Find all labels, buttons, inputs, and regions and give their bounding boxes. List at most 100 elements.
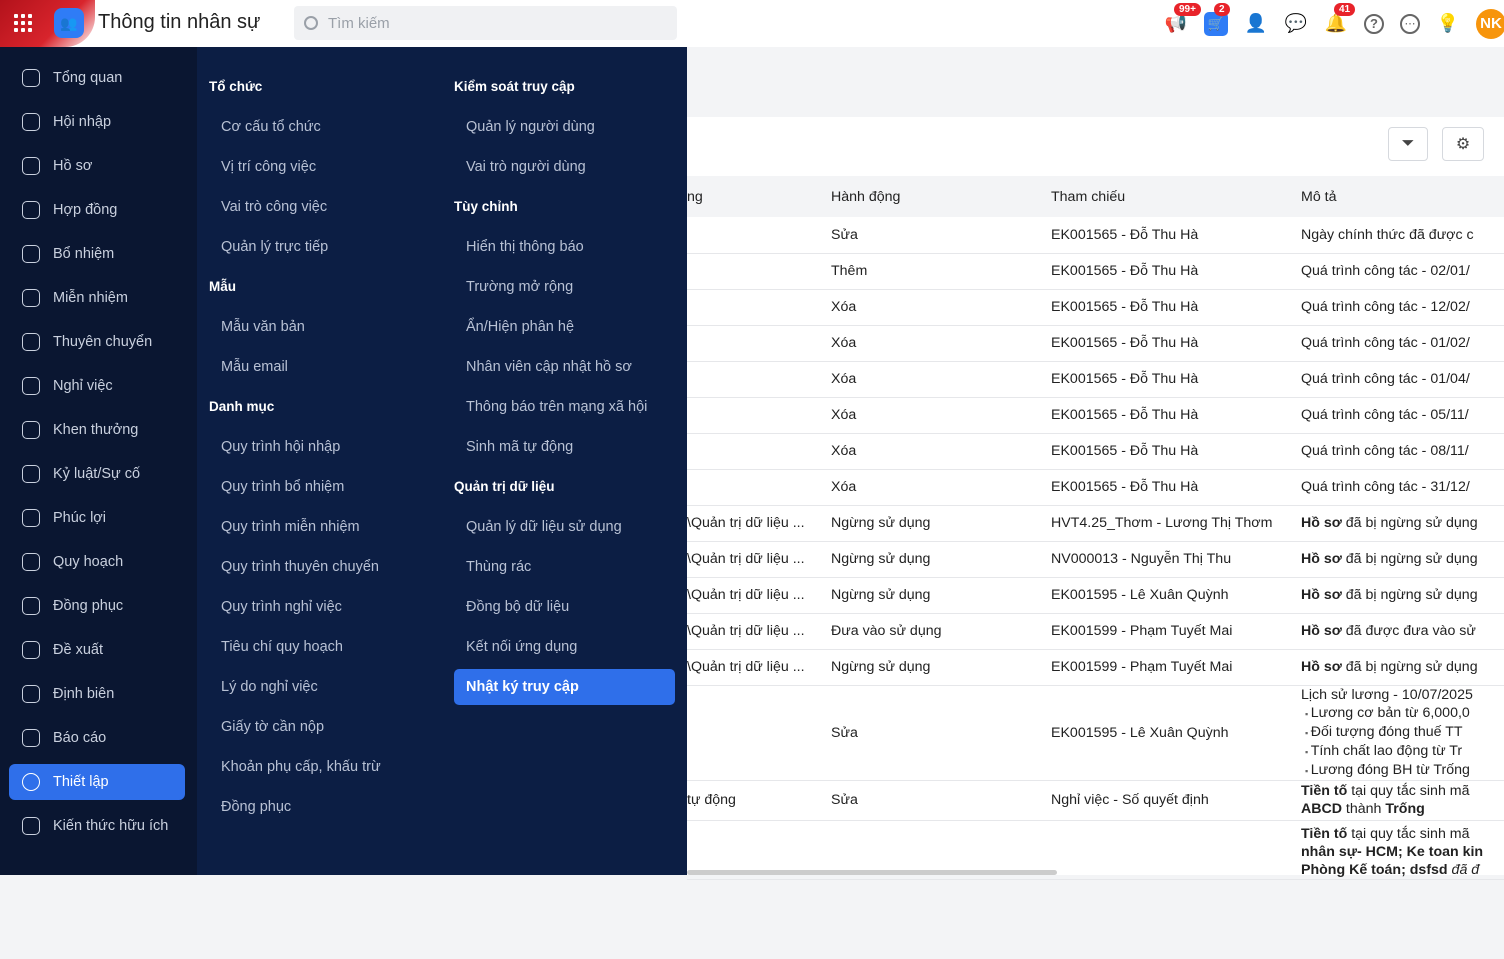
menu-item[interactable]: Nhân viên cập nhật hồ sơ <box>442 347 677 387</box>
sidebar-item-7[interactable]: Nghỉ việc <box>0 364 197 408</box>
table-row[interactable]: \Quản trị dữ liệu ... Đưa vào sử dụng EK00… <box>687 613 1504 650</box>
module-cell: \Quản trị dữ liệu ... <box>687 577 831 614</box>
sidebar-item-label: Đề xuất <box>53 642 103 658</box>
module-cell: \Quản trị dữ liệu ... <box>687 649 831 686</box>
menu-item[interactable]: Ẩn/Hiện phân hệ <box>442 307 677 347</box>
horizontal-scrollbar[interactable] <box>687 870 1057 875</box>
menu-item[interactable]: Vị trí công việc <box>197 147 432 187</box>
description-bold: Hồ sơ <box>1301 551 1342 567</box>
sidebar-item-3[interactable]: Hợp đồng <box>0 188 197 232</box>
table-row[interactable]: Xóa EK001565 - Đỗ Thu Hà Quá trình công tá… <box>687 361 1504 398</box>
table-row[interactable]: Xóa EK001565 - Đỗ Thu Hà Quá trình công tá… <box>687 397 1504 434</box>
table-row[interactable]: \Quản trị dữ liệu ... Ngừng sử dụng EK0015… <box>687 649 1504 686</box>
sidebar-item-label: Phúc lợi <box>53 510 107 526</box>
table-row[interactable]: Xóa EK001565 - Đỗ Thu Hà Quá trình công tá… <box>687 469 1504 506</box>
table-row[interactable]: Sửa EK001565 - Đỗ Thu Hà Ngày chính thức đ… <box>687 217 1504 254</box>
menu-item[interactable]: Cơ cấu tổ chức <box>197 107 432 147</box>
megaphone-icon[interactable]: 📢 99+ <box>1164 2 1201 36</box>
lightbulb-icon[interactable]: 💡 <box>1436 12 1460 36</box>
sidebar-item-11[interactable]: Quy hoạch <box>0 540 197 584</box>
table-row[interactable]: \Quản trị dữ liệu ... Ngừng sử dụng HVT4.2… <box>687 505 1504 542</box>
table-row[interactable]: Xóa EK001565 - Đỗ Thu Hà Quá trình công tá… <box>687 433 1504 470</box>
sidebar-item-9[interactable]: Kỷ luật/Sự cố <box>0 452 197 496</box>
settings-button[interactable]: ⚙ <box>1442 127 1484 161</box>
sidebar-item-icon <box>22 509 40 527</box>
more-icon[interactable]: ⋯ <box>1400 13 1420 34</box>
sidebar-item-8[interactable]: Khen thưởng <box>0 408 197 452</box>
table-row[interactable]: Xóa EK001565 - Đỗ Thu Hà Quá trình công tá… <box>687 325 1504 362</box>
vertical-scrollbar[interactable] <box>1488 339 1496 959</box>
module-cell <box>687 397 831 434</box>
menu-item[interactable]: Trường mở rộng <box>442 267 677 307</box>
menu-item[interactable]: Kết nối ứng dụng <box>442 627 677 667</box>
table-row[interactable]: Sửa EK001595 - Lê Xuân Quỳnh Lịch sử lương… <box>687 685 1504 781</box>
add-user-icon[interactable]: 👤 <box>1244 12 1268 36</box>
menu-item[interactable]: Quản lý dữ liệu sử dụng <box>442 507 677 547</box>
app-title: Thông tin nhân sự <box>98 11 261 33</box>
search-input[interactable]: Tìm kiếm <box>294 6 677 40</box>
menu-item[interactable]: Đồng bộ dữ liệu <box>442 587 677 627</box>
sidebar-item-0[interactable]: Tổng quan <box>0 56 197 100</box>
menu-item[interactable]: Quy trình miễn nhiệm <box>197 507 432 547</box>
menu-item[interactable]: Quy trình thuyên chuyển <box>197 547 432 587</box>
description-cell: Quá trình công tác - 12/02/ <box>1301 289 1504 326</box>
reference-cell: HVT4.25_Thơm - Lương Thị Thơm <box>1051 505 1301 542</box>
sidebar-item-5[interactable]: Miễn nhiệm <box>0 276 197 320</box>
description-bold: Hồ sơ <box>1301 659 1342 675</box>
t: đã đ <box>1447 861 1480 878</box>
menu-item[interactable]: Tiêu chí quy hoạch <box>197 627 432 667</box>
menu-item[interactable]: Thùng rác <box>442 547 677 587</box>
t: thành <box>1341 801 1386 817</box>
menu-item[interactable]: Khoản phụ cấp, khấu trừ <box>197 747 432 787</box>
sidebar-item-16[interactable]: Thiết lập <box>9 764 185 800</box>
table-row[interactable]: \Quản trị dữ liệu ... Ngừng sử dụng EK0015… <box>687 577 1504 614</box>
menu-item[interactable]: Mẫu văn bản <box>197 307 432 347</box>
cart-icon[interactable]: 🛒 2 <box>1204 2 1230 36</box>
menu-item[interactable]: Hiển thị thông báo <box>442 227 677 267</box>
menu-item[interactable]: Quản lý người dùng <box>442 107 677 147</box>
sidebar-item-6[interactable]: Thuyên chuyển <box>0 320 197 364</box>
avatar[interactable]: NK <box>1476 8 1504 39</box>
table-row[interactable]: Xóa EK001565 - Đỗ Thu Hà Quá trình công tá… <box>687 289 1504 326</box>
menu-item[interactable]: Vai trò người dùng <box>442 147 677 187</box>
sidebar-item-17[interactable]: Kiến thức hữu ích <box>0 804 197 848</box>
description-cell: Hồ sơ đã bị ngừng sử dụng <box>1301 577 1504 614</box>
menu-item[interactable]: Quy trình nghỉ việc <box>197 587 432 627</box>
menu-item[interactable]: Giấy tờ cần nộp <box>197 707 432 747</box>
sidebar-item-14[interactable]: Định biên <box>0 672 197 716</box>
sidebar-item-4[interactable]: Bổ nhiệm <box>0 232 197 276</box>
sidebar-item-12[interactable]: Đồng phục <box>0 584 197 628</box>
menu-item[interactable]: Quy trình hội nhập <box>197 427 432 467</box>
menu-item[interactable]: Thông báo trên mạng xã hội <box>442 387 677 427</box>
sidebar-item-label: Báo cáo <box>53 730 107 746</box>
action-cell: Xóa <box>831 361 1051 398</box>
table-row[interactable]: Thêm EK001565 - Đỗ Thu Hà Quá trình công t… <box>687 253 1504 290</box>
menu-item[interactable]: Lý do nghỉ việc <box>197 667 432 707</box>
sidebar-item-13[interactable]: Đề xuất <box>0 628 197 672</box>
sidebar-item-2[interactable]: Hồ sơ <box>0 144 197 188</box>
sidebar-item-icon <box>22 421 40 439</box>
app-grid-icon[interactable] <box>14 14 32 32</box>
menu-item[interactable]: Đồng phục <box>197 787 432 827</box>
menu-item[interactable]: Quản lý trực tiếp <box>197 227 432 267</box>
table-row[interactable]: \Quản trị dữ liệu ... Ngừng sử dụng NV0000… <box>687 541 1504 578</box>
sidebar-item-10[interactable]: Phúc lợi <box>0 496 197 540</box>
filter-button[interactable]: ⏷ <box>1388 127 1428 161</box>
salary-change: Tính chất lao động từ Tr <box>1305 742 1504 761</box>
chat-icon[interactable]: 💬 <box>1284 12 1308 36</box>
menu-item[interactable]: Sinh mã tự động <box>442 427 677 467</box>
help-icon[interactable]: ? <box>1364 13 1384 34</box>
sidebar: Tổng quan Hội nhập Hồ sơ Hợp đồng Bổ nhiệm Mi… <box>0 47 197 875</box>
menu-item[interactable]: Vai trò công việc <box>197 187 432 227</box>
menu-item[interactable]: Nhật ký truy cập <box>454 669 675 705</box>
sidebar-item-15[interactable]: Báo cáo <box>0 716 197 760</box>
reference-cell <box>1051 820 1301 880</box>
table-row[interactable]: tự động Sửa Nghỉ việc - Số quyết định Tiền … <box>687 780 1504 821</box>
menu-item[interactable]: Mẫu email <box>197 347 432 387</box>
menu-item[interactable]: Quy trình bổ nhiệm <box>197 467 432 507</box>
bell-icon[interactable]: 🔔 41 <box>1324 2 1356 36</box>
description-cell: Hồ sơ đã được đưa vào sử <box>1301 613 1504 650</box>
sidebar-item-1[interactable]: Hội nhập <box>0 100 197 144</box>
col-header-module: ng <box>687 176 831 217</box>
sidebar-item-label: Quy hoạch <box>53 554 124 570</box>
